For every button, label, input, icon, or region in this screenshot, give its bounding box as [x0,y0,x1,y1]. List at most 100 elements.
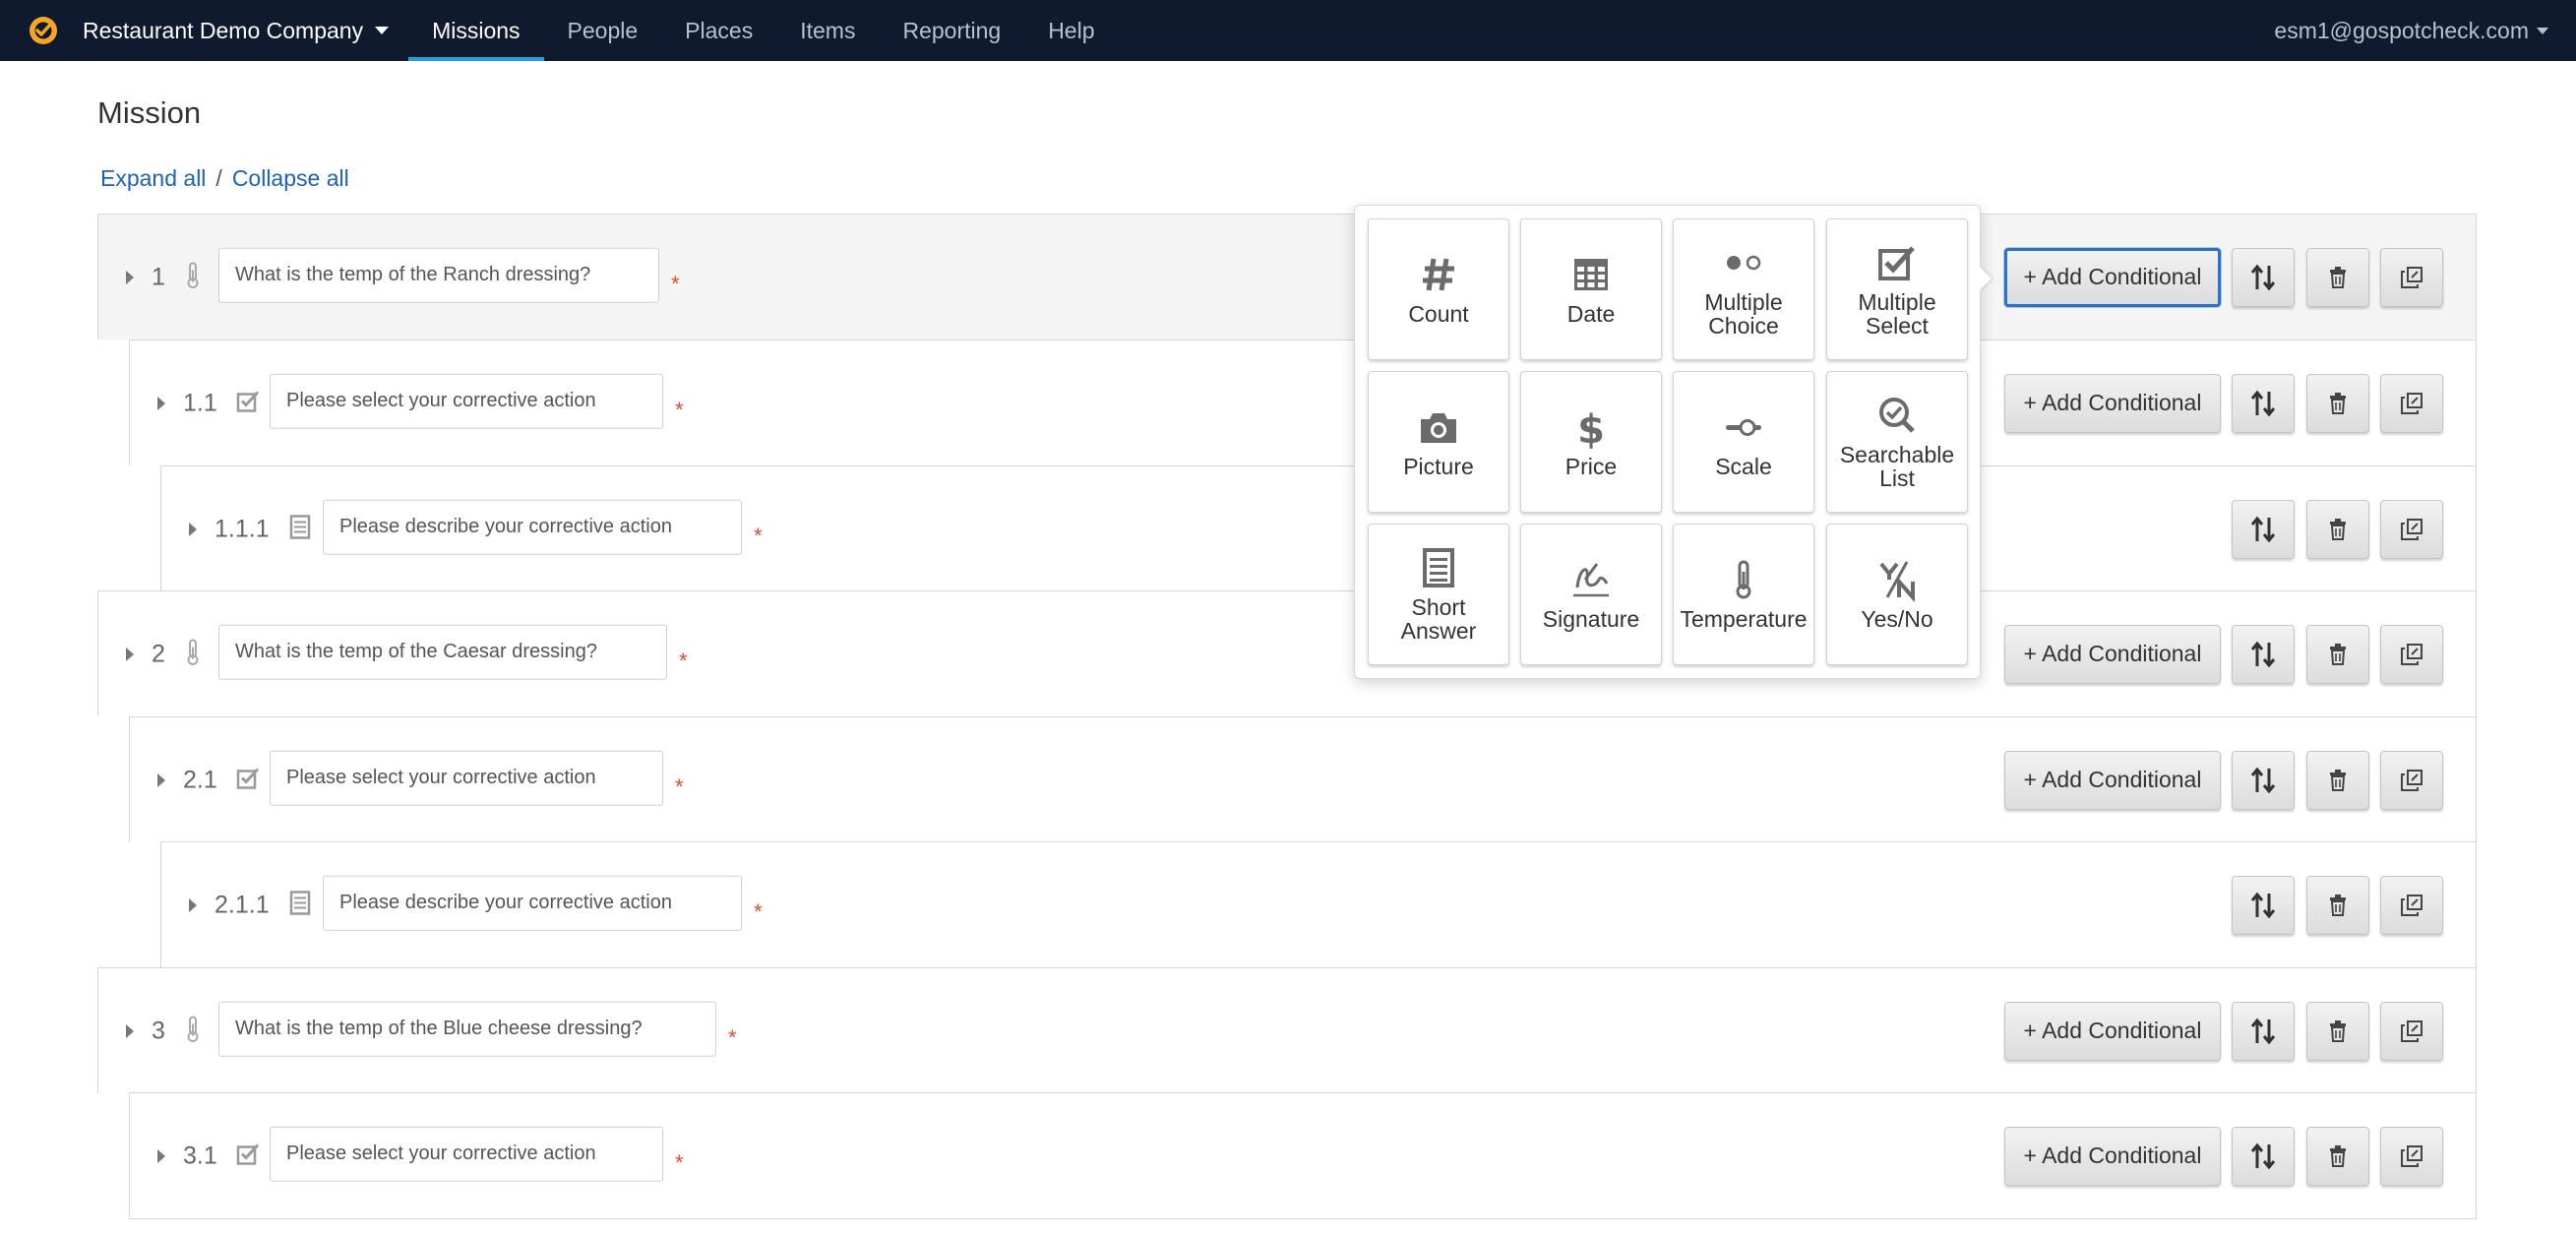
delete-button[interactable] [2306,1001,2369,1061]
duplicate-button[interactable] [2380,875,2443,935]
add-conditional-button[interactable]: + Add Conditional [2004,373,2221,433]
question-row: 2.1.1 * [160,841,2477,967]
duplicate-button[interactable] [2380,750,2443,810]
gospotcheck-logo-icon[interactable] [28,15,59,46]
expand-row-chevron-icon[interactable] [157,772,165,787]
question-type-label: Date [1566,301,1616,327]
signature-icon [1573,563,1609,597]
required-marker: * [679,648,688,673]
question-type-multiple-select[interactable]: Multiple Select [1826,218,1968,360]
duplicate-button[interactable] [2380,624,2443,684]
question-type-label: Searchable List [1839,442,1955,491]
question-row: 3 * + Add Conditional [97,967,2477,1093]
temperature-icon [185,261,201,293]
expand-row-chevron-icon[interactable] [126,270,134,284]
account-email: esm1@gospotcheck.com [2274,17,2529,43]
checkbox-icon [1878,246,1915,280]
reorder-icon [2250,390,2276,416]
duplicate-button[interactable] [2380,499,2443,559]
reorder-button[interactable] [2232,624,2295,684]
calendar-icon [1574,259,1608,290]
trash-icon [2330,266,2346,288]
nav-item-help[interactable]: Help [1024,0,1118,61]
question-text-input[interactable] [323,499,742,555]
expand-row-chevron-icon[interactable] [157,1148,165,1163]
checkbox-icon [236,765,262,795]
add-conditional-button[interactable]: + Add Conditional [2004,1126,2221,1186]
duplicate-icon [2401,769,2423,791]
delete-button[interactable] [2306,1126,2369,1186]
nav-item-reporting[interactable]: Reporting [879,0,1024,61]
expand-row-chevron-icon[interactable] [189,897,197,912]
expand-row-chevron-icon[interactable] [126,647,134,661]
delete-button[interactable] [2306,247,2369,307]
main-nav-items: Missions People Places Items Reporting H… [408,0,1118,61]
add-conditional-button[interactable]: + Add Conditional [2004,750,2221,810]
reorder-button[interactable] [2232,499,2295,559]
account-menu[interactable]: esm1@gospotcheck.com [2274,0,2548,61]
delete-button[interactable] [2306,373,2369,433]
add-conditional-button[interactable]: + Add Conditional [2004,624,2221,684]
expand-row-chevron-icon[interactable] [189,522,197,536]
trash-icon [2330,894,2346,916]
reorder-button[interactable] [2232,875,2295,935]
camera-icon [1421,413,1456,443]
reorder-icon [2250,892,2276,918]
question-type-short-answer[interactable]: Short Answer [1368,524,1509,665]
question-type-date[interactable]: Date [1520,218,1662,360]
company-switcher[interactable]: Restaurant Demo Company [83,17,390,44]
question-type-price[interactable]: $ Price [1520,371,1662,513]
question-row: 2.1 * + Add Conditional [129,716,2477,842]
question-text-input[interactable] [270,1126,663,1182]
trash-icon [2330,643,2346,665]
short-answer-icon [289,890,311,920]
question-number: 3 [152,1017,165,1044]
duplicate-button[interactable] [2380,1001,2443,1061]
question-type-scale[interactable]: Scale [1673,371,1814,513]
company-name: Restaurant Demo Company [83,17,364,43]
nav-item-items[interactable]: Items [776,0,879,61]
expand-row-chevron-icon[interactable] [157,396,165,410]
question-text-input[interactable] [323,875,742,931]
nav-item-missions[interactable]: Missions [408,0,545,61]
reorder-button[interactable] [2232,247,2295,307]
question-type-label: Count [1408,301,1469,327]
question-text-input[interactable] [218,247,659,303]
question-type-temperature[interactable]: Temperature [1673,524,1814,665]
delete-button[interactable] [2306,875,2369,935]
reorder-button[interactable] [2232,750,2295,810]
question-type-multiple-choice[interactable]: Multiple Choice [1673,218,1814,360]
question-text-input[interactable] [270,373,663,429]
question-type-searchable-list[interactable]: Searchable List [1826,371,1968,513]
delete-button[interactable] [2306,624,2369,684]
reorder-button[interactable] [2232,373,2295,433]
question-type-yes-no[interactable]: Yes/No [1826,524,1968,665]
expand-row-chevron-icon[interactable] [126,1023,134,1038]
popover-arrow [1980,267,1992,290]
delete-button[interactable] [2306,750,2369,810]
collapse-all-link[interactable]: Collapse all [232,165,349,191]
delete-button[interactable] [2306,499,2369,559]
question-text-input[interactable] [218,1001,716,1057]
reorder-button[interactable] [2232,1001,2295,1061]
add-conditional-button[interactable]: + Add Conditional [2004,247,2221,307]
question-type-picture[interactable]: Picture [1368,371,1509,513]
duplicate-button[interactable] [2380,247,2443,307]
question-number: 2.1.1 [215,891,270,918]
question-type-label: Yes/No [1861,606,1933,632]
nav-item-places[interactable]: Places [661,0,776,61]
question-type-label: Short Answer [1400,594,1477,644]
expand-all-link[interactable]: Expand all [100,165,206,191]
hash-icon [1423,258,1454,291]
question-text-input[interactable] [218,624,667,680]
duplicate-button[interactable] [2380,373,2443,433]
question-type-count[interactable]: Count [1368,218,1509,360]
duplicate-button[interactable] [2380,1126,2443,1186]
add-conditional-button[interactable]: + Add Conditional [2004,1001,2221,1061]
reorder-button[interactable] [2232,1126,2295,1186]
question-row: 1.1.1 * [160,465,2477,591]
question-type-signature[interactable]: Signature [1520,524,1662,665]
required-marker: * [671,271,680,296]
nav-item-people[interactable]: People [544,0,662,61]
question-text-input[interactable] [270,750,663,806]
